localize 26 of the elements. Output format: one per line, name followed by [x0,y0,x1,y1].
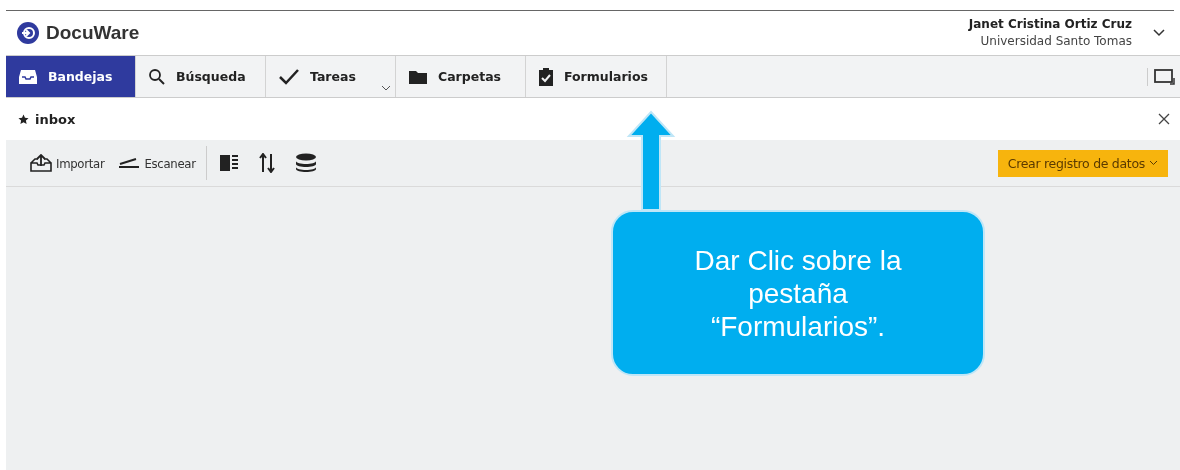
create-record-button[interactable]: Crear registro de datos [997,149,1168,177]
user-name: Janet Cristina Ortiz Cruz [968,16,1132,33]
layout-icon[interactable] [218,154,239,172]
close-icon[interactable] [1158,113,1170,125]
folder-icon [408,68,428,85]
callout-text: Dar Clic sobre la pestaña “Formularios”. [693,243,903,343]
checkmark-icon [278,67,300,86]
caret-icon[interactable] [381,85,391,91]
upload-tray-icon [30,154,52,172]
star-icon [18,113,29,125]
database-icon[interactable] [294,153,317,173]
toolbar-button[interactable]: Escanear [118,155,196,171]
scanner-icon [118,157,141,169]
search-icon [148,67,166,86]
panel-title: inbox [35,111,76,127]
clipboard-icon [538,66,554,87]
chevron-down-icon[interactable] [1152,28,1166,38]
logo-icon [16,21,40,45]
sort-icon[interactable] [258,153,275,173]
inbox-tray-icon [18,68,38,85]
toolbar-button[interactable]: Importar [30,154,105,172]
app-logo-text: DocuWare [46,22,140,44]
chevron-down-icon [1149,160,1158,166]
user-organization: Universidad Santo Tomas [980,33,1132,50]
window-icon[interactable] [1147,67,1176,86]
nav-tab[interactable]: Bandejas [6,56,136,97]
